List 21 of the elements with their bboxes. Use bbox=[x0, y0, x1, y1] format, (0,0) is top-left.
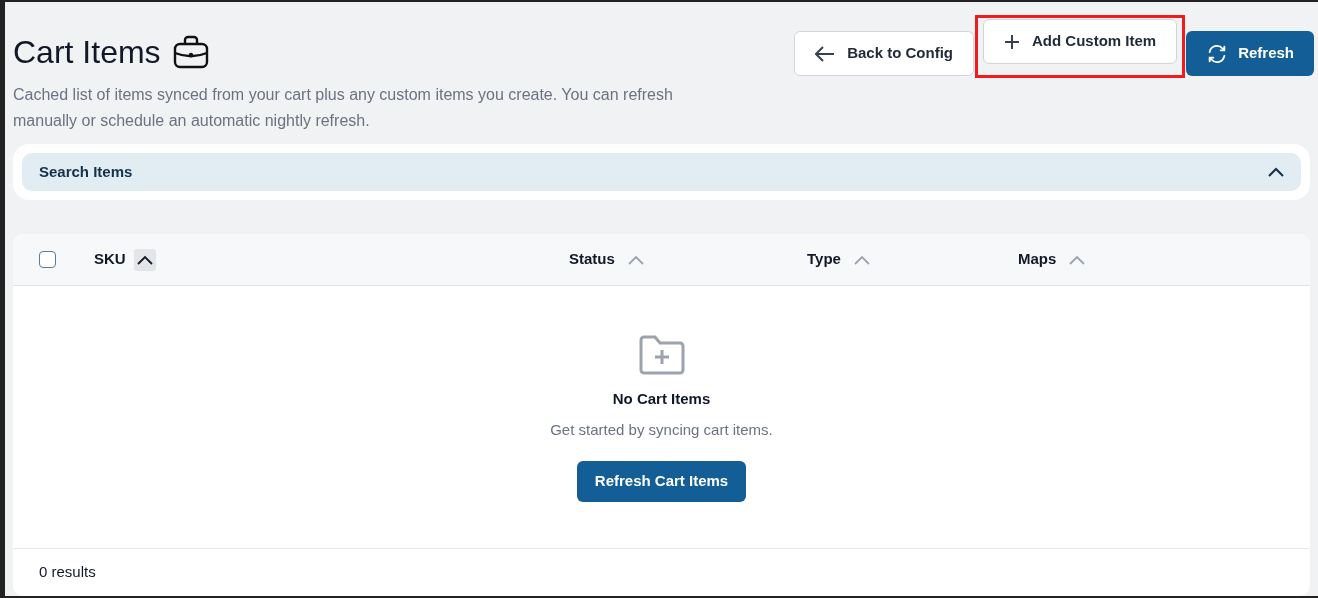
empty-state-title: No Cart Items bbox=[612, 389, 711, 409]
plus-icon bbox=[1003, 33, 1020, 50]
results-count: 0 results bbox=[39, 562, 96, 583]
back-button[interactable]: Back to Config bbox=[794, 31, 974, 76]
folder-plus-icon bbox=[637, 334, 686, 376]
add-custom-item-button[interactable]: Add Custom Item bbox=[982, 19, 1178, 64]
column-header: Type bbox=[807, 249, 841, 270]
search-panel-header[interactable]: Search Items bbox=[22, 153, 1301, 191]
empty-state-message: Get started by syncing cart items. bbox=[550, 419, 773, 440]
column-header: Maps bbox=[1018, 249, 1057, 270]
column-header: SKU bbox=[94, 249, 126, 270]
sort-icon[interactable] bbox=[133, 248, 156, 271]
page-title: Cart Items bbox=[13, 33, 161, 72]
page-description: Cached list of items synced from your cart plus any custom items you create. You can refresh manually or schedule an automatic nightly refresh. bbox=[13, 85, 674, 131]
column-header: Status bbox=[569, 249, 615, 270]
refresh-button[interactable]: Refresh bbox=[1186, 31, 1314, 76]
arrow-left-icon bbox=[815, 45, 836, 62]
refresh-cart-items-button[interactable]: Refresh Cart Items bbox=[576, 461, 747, 502]
chevron-up-icon bbox=[1268, 167, 1284, 177]
select-all-checkbox[interactable] bbox=[39, 251, 56, 268]
briefcase-icon bbox=[172, 35, 209, 69]
